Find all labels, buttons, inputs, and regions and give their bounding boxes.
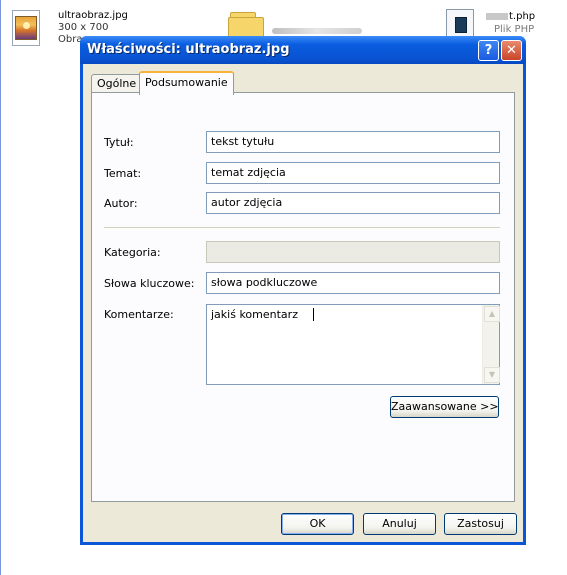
ok-button[interactable]: OK <box>281 513 354 535</box>
properties-dialog: Właściwości: ultraobraz.jpg ? ✕ Ogólne P… <box>80 36 526 545</box>
title-label: Tytuł: <box>104 136 134 149</box>
jpg-file-icon[interactable] <box>12 10 42 50</box>
sun-icon <box>23 22 30 29</box>
help-button[interactable]: ? <box>478 40 499 61</box>
dialog-client: Ogólne Podsumowanie Tytuł: tekst tytułu … <box>83 64 523 542</box>
subject-label: Temat: <box>104 167 142 180</box>
category-label: Kategoria: <box>104 246 161 259</box>
tab-summary[interactable]: Podsumowanie <box>139 71 234 95</box>
file-name: ultraobraz.jpg <box>58 10 128 21</box>
blurred-folder-name <box>272 28 362 34</box>
tab-general[interactable]: Ogólne <box>91 74 143 93</box>
section-divider <box>104 227 500 229</box>
apply-button[interactable]: Zastosuj <box>444 513 517 535</box>
cancel-button[interactable]: Anuluj <box>363 513 436 535</box>
dialog-titlebar[interactable]: Właściwości: ultraobraz.jpg ? ✕ <box>80 36 526 64</box>
subject-input[interactable]: temat zdjęcia <box>206 162 500 184</box>
keywords-input[interactable]: słowa podkluczowe <box>206 272 500 294</box>
author-input-value: autor zdjęcia <box>211 196 283 209</box>
blurred-name-part <box>486 12 508 20</box>
title-input-value: tekst tytułu <box>211 135 275 148</box>
comments-textarea[interactable]: jakiś komentarz ▲ ▼ <box>206 304 500 385</box>
author-input[interactable]: autor zdjęcia <box>206 192 500 214</box>
comments-value: jakiś komentarz <box>211 308 298 321</box>
file-dimensions: 300 x 700 <box>58 22 109 33</box>
dialog-title: Właściwości: ultraobraz.jpg <box>87 42 290 57</box>
php-emblem <box>455 17 467 33</box>
php-file-type: Plik PHP <box>494 24 535 35</box>
scroll-down-icon[interactable]: ▼ <box>484 367 500 383</box>
summary-panel: Tytuł: tekst tytułu Temat: temat zdjęcia… <box>91 92 515 502</box>
text-caret <box>313 308 314 321</box>
php-file-name-text: t.php <box>509 11 536 22</box>
author-label: Autor: <box>104 197 138 210</box>
php-file-name[interactable]: t.php <box>486 11 535 23</box>
category-input <box>206 241 500 263</box>
window-left-edge <box>0 0 1 575</box>
comments-scrollbar[interactable]: ▲ ▼ <box>482 305 500 384</box>
advanced-button[interactable]: Zaawansowane >> <box>390 396 499 418</box>
keywords-label: Słowa kluczowe: <box>104 277 195 290</box>
subject-input-value: temat zdjęcia <box>211 166 286 179</box>
folder-icon[interactable] <box>228 12 264 41</box>
comments-label: Komentarze: <box>104 308 174 321</box>
keywords-input-value: słowa podkluczowe <box>211 276 318 289</box>
title-input[interactable]: tekst tytułu <box>206 131 500 153</box>
close-button[interactable]: ✕ <box>501 40 522 61</box>
scroll-up-icon[interactable]: ▲ <box>484 306 500 322</box>
